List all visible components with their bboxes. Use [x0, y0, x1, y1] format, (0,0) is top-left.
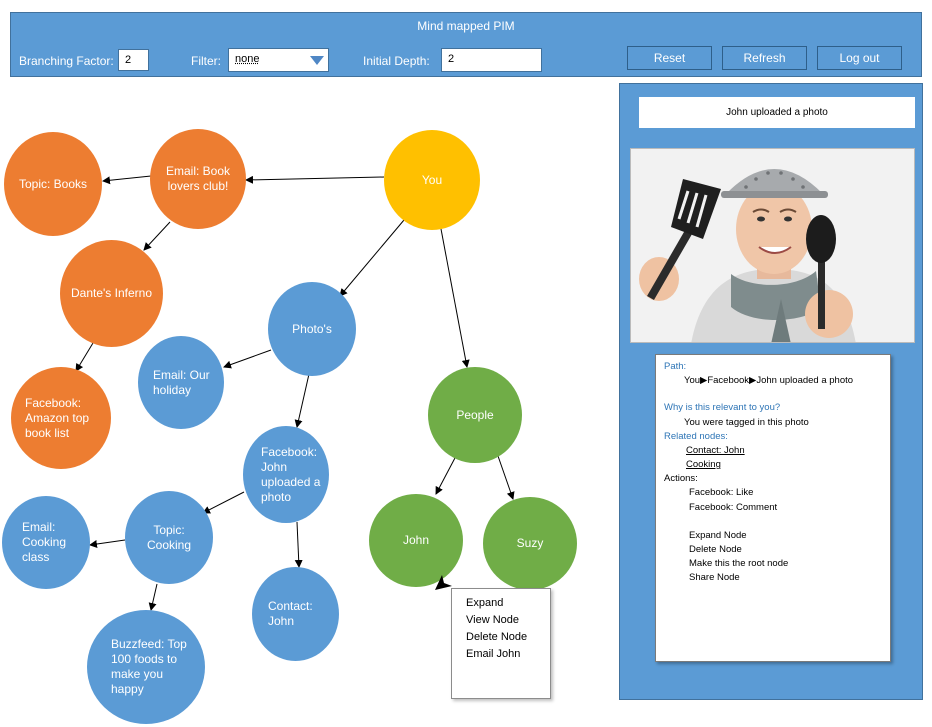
related-node-contact-john[interactable]: Contact: John: [686, 445, 745, 456]
photo-image: [631, 149, 914, 342]
edge-you-photos: [339, 219, 405, 297]
edge-photos-email-holiday: [223, 349, 272, 369]
edge-you-email-book: [245, 175, 385, 184]
why-relevant-label: Why is this relevant to you?: [664, 402, 781, 413]
node-email-holiday[interactable]: Email: Our holiday: [138, 336, 224, 429]
related-node-cooking[interactable]: Cooking: [686, 459, 721, 470]
action-make-root-node[interactable]: Make this the root node: [689, 558, 788, 569]
node-fb-john-photo[interactable]: Facebook: John uploaded a photo: [243, 426, 329, 523]
edge-topic-cooking-email-cooking: [89, 539, 126, 548]
edge-email-book-dantes: [143, 221, 171, 251]
context-menu-email-john[interactable]: Email John: [466, 646, 536, 663]
context-menu-expand[interactable]: Expand: [466, 595, 536, 612]
notification-title: John uploaded a photo: [639, 97, 915, 128]
related-nodes-label: Related nodes:: [664, 431, 728, 442]
edge-you-people: [440, 228, 470, 368]
why-relevant-value: You were tagged in this photo: [684, 417, 809, 428]
node-dantes-inferno[interactable]: Dante's Inferno: [60, 240, 163, 347]
node-fb-amazon[interactable]: Facebook: Amazon top book list: [11, 367, 111, 469]
action-facebook-like[interactable]: Facebook: Like: [689, 487, 753, 498]
action-delete-node[interactable]: Delete Node: [689, 544, 742, 555]
path-label: Path:: [664, 361, 687, 372]
edge-email-book-topic-books: [102, 175, 152, 185]
actions-label: Actions:: [664, 473, 698, 484]
edge-fb-john-contact-john: [294, 521, 303, 568]
edge-topic-cooking-buzzfeed: [148, 583, 158, 611]
node-detail-card: Path: You▶Facebook▶John uploaded a photo…: [655, 354, 891, 662]
node-topic-cooking[interactable]: Topic: Cooking: [125, 491, 213, 584]
action-facebook-comment[interactable]: Facebook: Comment: [689, 502, 777, 513]
node-topic-books[interactable]: Topic: Books: [4, 132, 102, 236]
node-buzzfeed[interactable]: Buzzfeed: Top 100 foods to make you happ…: [87, 610, 205, 724]
mouse-pointer-icon: [435, 575, 452, 590]
action-share-node[interactable]: Share Node: [689, 572, 740, 583]
uploaded-photo[interactable]: [630, 148, 915, 343]
context-menu-view-node[interactable]: View Node: [466, 612, 536, 629]
path-value: You▶Facebook▶John uploaded a photo: [684, 375, 854, 386]
context-menu-delete-node[interactable]: Delete Node: [466, 629, 536, 646]
edge-photos-fb-john: [294, 373, 310, 428]
node-you[interactable]: You: [384, 130, 480, 230]
edge-dantes-fb-amazon: [75, 342, 94, 372]
node-email-book-lovers[interactable]: Email: Book lovers club!: [150, 129, 246, 229]
node-people[interactable]: People: [428, 367, 522, 463]
edge-people-john: [435, 455, 457, 495]
edge-fb-john-topic-cooking: [202, 491, 245, 514]
context-menu: Expand View Node Delete Node Email John: [451, 588, 551, 699]
edge-people-suzy: [497, 455, 515, 500]
node-photos[interactable]: Photo's: [268, 282, 356, 376]
node-suzy[interactable]: Suzy: [483, 497, 577, 590]
node-email-cooking[interactable]: Email: Cooking class: [2, 496, 90, 589]
action-expand-node[interactable]: Expand Node: [689, 530, 747, 541]
node-contact-john[interactable]: Contact: John: [252, 567, 339, 661]
